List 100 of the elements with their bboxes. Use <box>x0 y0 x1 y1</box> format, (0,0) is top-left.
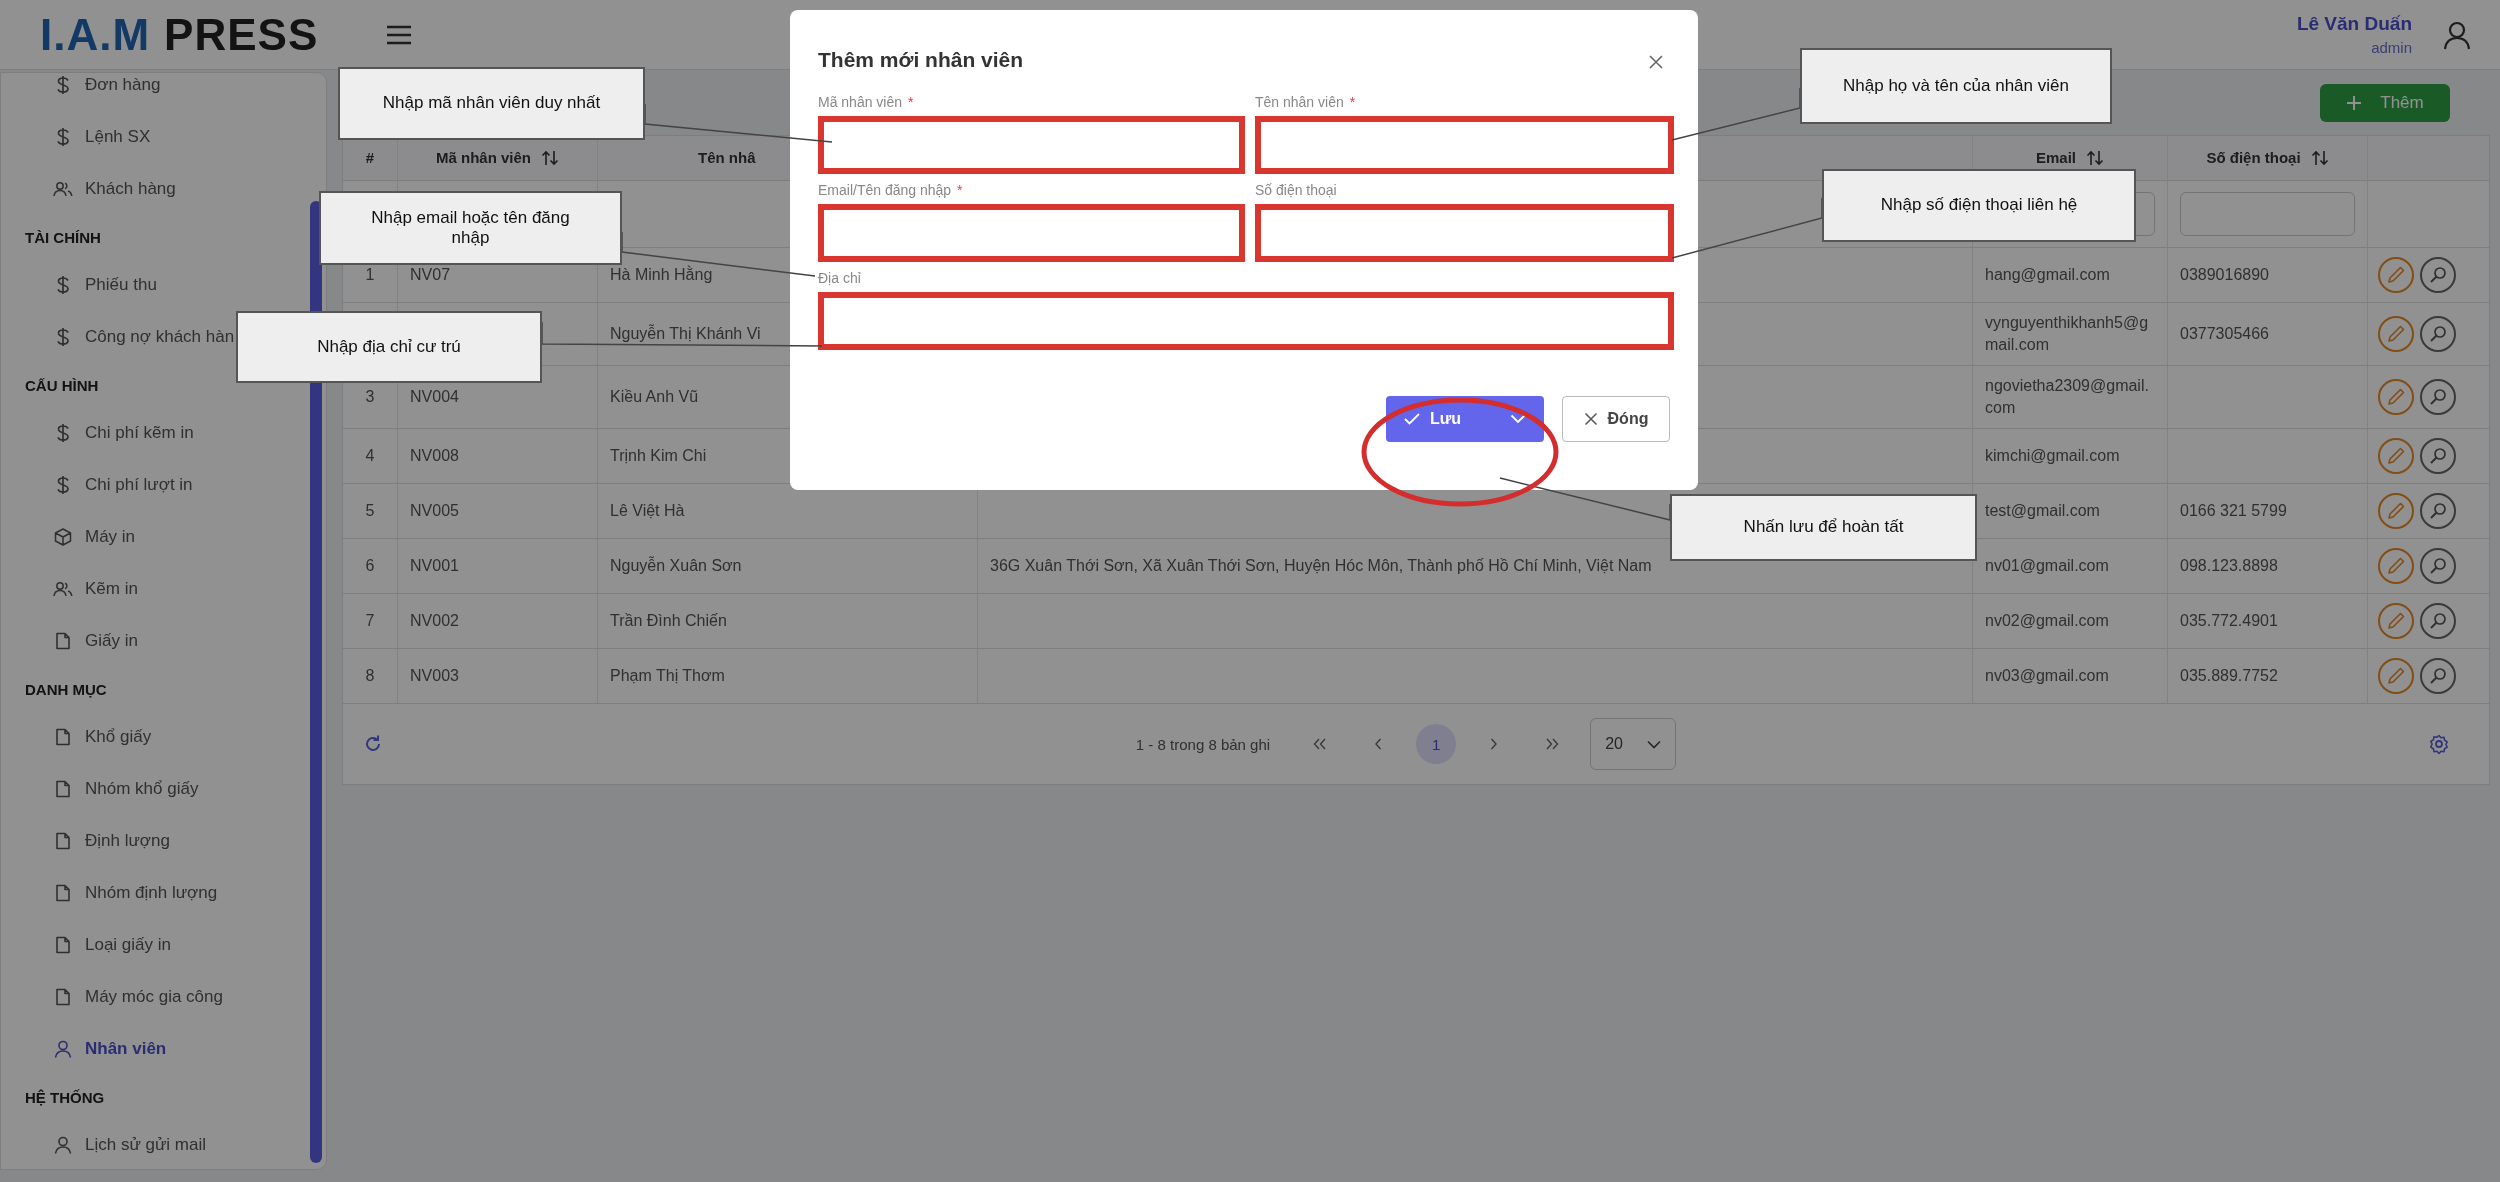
dialog-title: Thêm mới nhân viên <box>818 48 1024 72</box>
column-header[interactable]: Số điện thoại <box>2206 147 2301 169</box>
table-cell-text: 8 <box>365 666 375 686</box>
sidebar-item[interactable]: Kẽm in <box>1 563 326 615</box>
view-button[interactable] <box>2420 438 2456 474</box>
double-chevron-right-icon <box>1545 738 1560 750</box>
table-cell-text: 098.123.8898 <box>2180 556 2278 576</box>
sidebar-item[interactable]: Chi phí lượt in <box>1 459 326 511</box>
table-cell-text: vynguyenthikhanh5@gmail.com <box>1985 313 2150 355</box>
view-button[interactable] <box>2420 379 2456 415</box>
sort-icon[interactable] <box>2310 150 2329 166</box>
chevron-left-icon <box>1374 738 1383 750</box>
table-cell-text: NV001 <box>410 556 459 576</box>
table-cell-text: Hà Minh Hằng <box>610 264 713 285</box>
table-cell-text: 5 <box>365 501 375 521</box>
menu-icon[interactable] <box>386 24 413 45</box>
user-icon[interactable] <box>2442 19 2472 50</box>
table-cell-text: nv03@gmail.com <box>1985 666 2109 686</box>
edit-button[interactable] <box>2378 658 2414 694</box>
column-header[interactable]: Email <box>2036 147 2076 169</box>
section-heading: HỆ THỐNG <box>24 1087 106 1108</box>
table-cell-text: 035.889.7752 <box>2180 666 2278 686</box>
magnifier-icon <box>2428 611 2448 631</box>
table-cell-text: 6 <box>365 556 375 576</box>
add-button[interactable]: Thêm <box>2320 83 2450 122</box>
filter-field[interactable] <box>2180 192 2355 236</box>
table-cell-text: NV07 <box>410 265 451 285</box>
table-cell-text: Nguyễn Thị Khánh Vi <box>610 323 761 344</box>
view-button[interactable] <box>2420 493 2456 529</box>
sidebar-item[interactable]: Đơn hàng <box>1 73 326 111</box>
chevron-right-icon <box>1490 738 1499 750</box>
document-icon <box>53 884 73 902</box>
page-size-select[interactable]: 20 <box>1590 718 1677 770</box>
view-button[interactable] <box>2420 257 2456 293</box>
input-field[interactable] <box>818 116 1245 174</box>
input-field[interactable] <box>1255 204 1674 262</box>
sidebar-item[interactable]: Nhân viên <box>1 1023 326 1075</box>
sidebar-item[interactable]: Loại giấy in <box>1 919 326 971</box>
table-cell-text: test@gmail.com <box>1985 501 2100 521</box>
edit-button[interactable] <box>2378 257 2414 293</box>
sort-icon[interactable] <box>2086 150 2104 166</box>
edit-button[interactable] <box>2378 548 2414 584</box>
sidebar-item[interactable]: Nhóm định lượng <box>1 867 326 919</box>
close-icon <box>1648 54 1664 70</box>
input-field[interactable] <box>1255 116 1674 174</box>
view-button[interactable] <box>2420 603 2456 639</box>
pencil-icon <box>2386 324 2406 344</box>
sidebar-item[interactable]: Chi phí kẽm in <box>1 407 326 459</box>
input-field[interactable] <box>818 292 1674 350</box>
magnifier-icon <box>2428 666 2448 686</box>
field-label: Số điện thoại <box>1255 182 1337 200</box>
document-icon <box>53 988 73 1006</box>
cube-icon <box>53 528 73 546</box>
page-button[interactable]: 1 <box>1416 724 1457 764</box>
record-summary: 1 - 8 trong 8 bản ghi <box>1135 735 1271 753</box>
table-cell-text: 4 <box>365 446 375 466</box>
double-chevron-left-icon <box>1313 738 1328 750</box>
table-cell-text: Trịnh Kim Chi <box>610 446 707 466</box>
settings-icon[interactable] <box>2429 734 2449 754</box>
input-field[interactable] <box>818 204 1245 262</box>
callout: Nhập họ và tên của nhân viên <box>1800 48 2112 124</box>
column-header[interactable]: Tên nhâ <box>698 147 756 169</box>
sidebar-item[interactable]: Lịch sử gửi mail <box>1 1119 326 1169</box>
field-label: Địa chỉ <box>818 270 861 288</box>
table-cell-text: 035.772.4901 <box>2180 611 2278 631</box>
sidebar-item[interactable]: Định lượng <box>1 815 326 867</box>
edit-button[interactable] <box>2378 493 2414 529</box>
user-role: admin <box>2371 39 2412 56</box>
edit-button[interactable] <box>2378 379 2414 415</box>
table-cell-text: 1 <box>365 265 375 285</box>
table-cell-text: 36G Xuân Thới Sơn, Xã Xuân Thới Sơn, Huyện Hóc Môn, Thành phố Hồ Chí Minh, Việt Nam <box>990 556 1652 576</box>
document-icon <box>53 936 73 954</box>
section-heading: DANH MỤC <box>24 679 108 700</box>
sidebar-item[interactable]: Máy in <box>1 511 326 563</box>
table-cell-text: Phạm Thị Thơm <box>610 666 725 686</box>
pencil-icon <box>2386 446 2406 466</box>
sidebar-item[interactable]: Nhóm khổ giấy <box>1 763 326 815</box>
view-button[interactable] <box>2420 658 2456 694</box>
edit-button[interactable] <box>2378 603 2414 639</box>
view-button[interactable] <box>2420 316 2456 352</box>
sort-icon[interactable] <box>541 150 559 166</box>
sidebar-item[interactable]: Lệnh SX <box>1 111 326 163</box>
callout: Nhập email hoặc tên đăng nhập <box>319 191 622 265</box>
sidebar-item[interactable]: Khổ giấy <box>1 711 326 763</box>
table-cell-text: 0377305466 <box>2180 324 2269 344</box>
sidebar-item[interactable]: Giấy in <box>1 615 326 667</box>
edit-button[interactable] <box>2378 438 2414 474</box>
sidebar-item[interactable]: Máy móc gia công <box>1 971 326 1023</box>
column-header[interactable]: Mã nhân viên <box>436 147 531 169</box>
pencil-icon <box>2386 666 2406 686</box>
close-dialog-button[interactable]: Đóng <box>1562 396 1670 442</box>
table-cell-text: Kiều Anh Vũ <box>610 387 699 407</box>
column-header[interactable]: # <box>365 147 375 169</box>
view-button[interactable] <box>2420 548 2456 584</box>
refresh-icon[interactable] <box>363 734 383 754</box>
check-icon <box>1404 413 1420 425</box>
magnifier-icon <box>2428 501 2448 521</box>
edit-button[interactable] <box>2378 316 2414 352</box>
document-icon <box>53 832 73 850</box>
table-cell-text: 0389016890 <box>2180 265 2269 285</box>
